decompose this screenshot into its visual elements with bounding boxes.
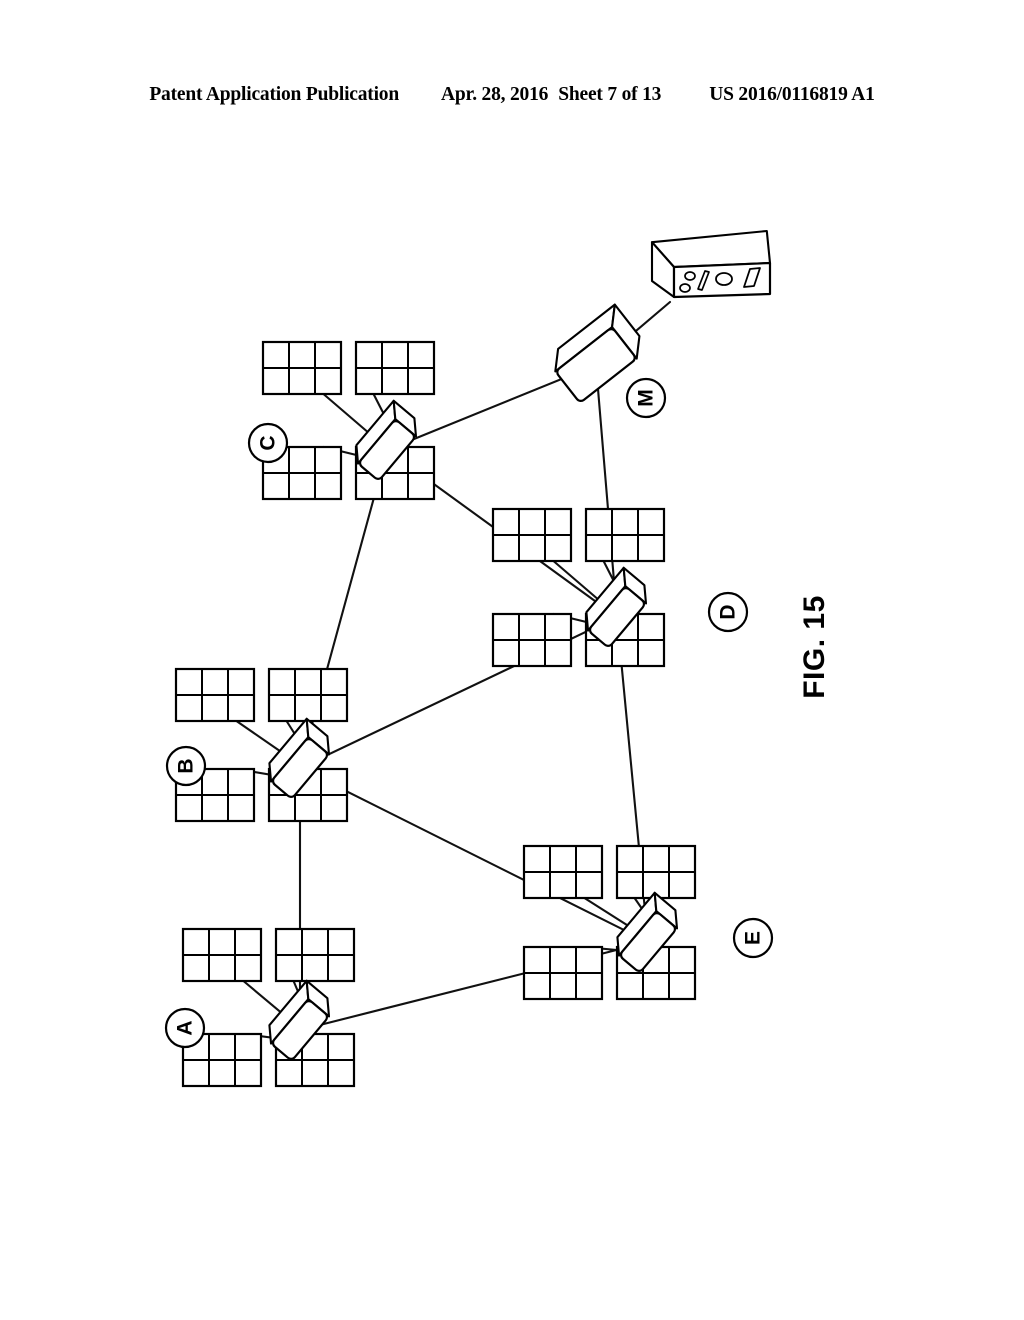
appliance-power-icon bbox=[715, 272, 733, 286]
server-rack-A-0 bbox=[181, 927, 263, 983]
node-badge-B: B bbox=[165, 745, 207, 787]
server-rack-C-0 bbox=[261, 340, 343, 396]
node-badge-M: M bbox=[625, 377, 667, 419]
header-date: Apr. 28, 2016 bbox=[441, 84, 549, 105]
server-rack-A-1 bbox=[274, 927, 356, 983]
server-rack-D-1 bbox=[584, 507, 666, 563]
badge-letter: M bbox=[635, 389, 658, 407]
server-rack-E-1 bbox=[615, 844, 697, 900]
management-server-appliance bbox=[650, 229, 772, 299]
server-rack-C-1 bbox=[354, 340, 436, 396]
appliance-layer bbox=[650, 229, 772, 299]
badge-letter: A bbox=[174, 1020, 197, 1035]
badge-letter: D bbox=[717, 604, 740, 619]
badge-letter: C bbox=[257, 435, 280, 450]
server-rack-B-1 bbox=[267, 667, 349, 723]
server-rack-B-0 bbox=[174, 667, 256, 723]
figure-stage: C D B E A M FIG. 15 bbox=[0, 130, 1024, 1320]
badge-letter: B bbox=[175, 758, 198, 773]
figure-label: FIG. 15 bbox=[798, 595, 831, 699]
node-badge-E: E bbox=[732, 917, 774, 959]
badge-letter: E bbox=[742, 931, 765, 945]
server-rack-D-2 bbox=[491, 612, 573, 668]
node-badge-A: A bbox=[164, 1007, 206, 1049]
appliance-led-icon bbox=[684, 271, 696, 281]
patent-page: Patent Application Publication Apr. 28, … bbox=[0, 0, 1024, 1320]
header-sheet: Sheet 7 of 13 bbox=[558, 84, 662, 105]
server-rack-D-0 bbox=[491, 507, 573, 563]
server-rack-E-0 bbox=[522, 844, 604, 900]
node-badge-D: D bbox=[707, 591, 749, 633]
server-rack-E-2 bbox=[522, 945, 604, 1001]
page-header: Patent Application Publication Apr. 28, … bbox=[0, 84, 1024, 118]
header-publication: Patent Application Publication bbox=[149, 84, 400, 105]
header-docnumber: US 2016/0116819 A1 bbox=[709, 84, 875, 105]
appliance-led-icon bbox=[679, 283, 691, 293]
network-topology-diagram: C D B E A M bbox=[164, 229, 774, 1088]
node-badge-C: C bbox=[247, 422, 289, 464]
